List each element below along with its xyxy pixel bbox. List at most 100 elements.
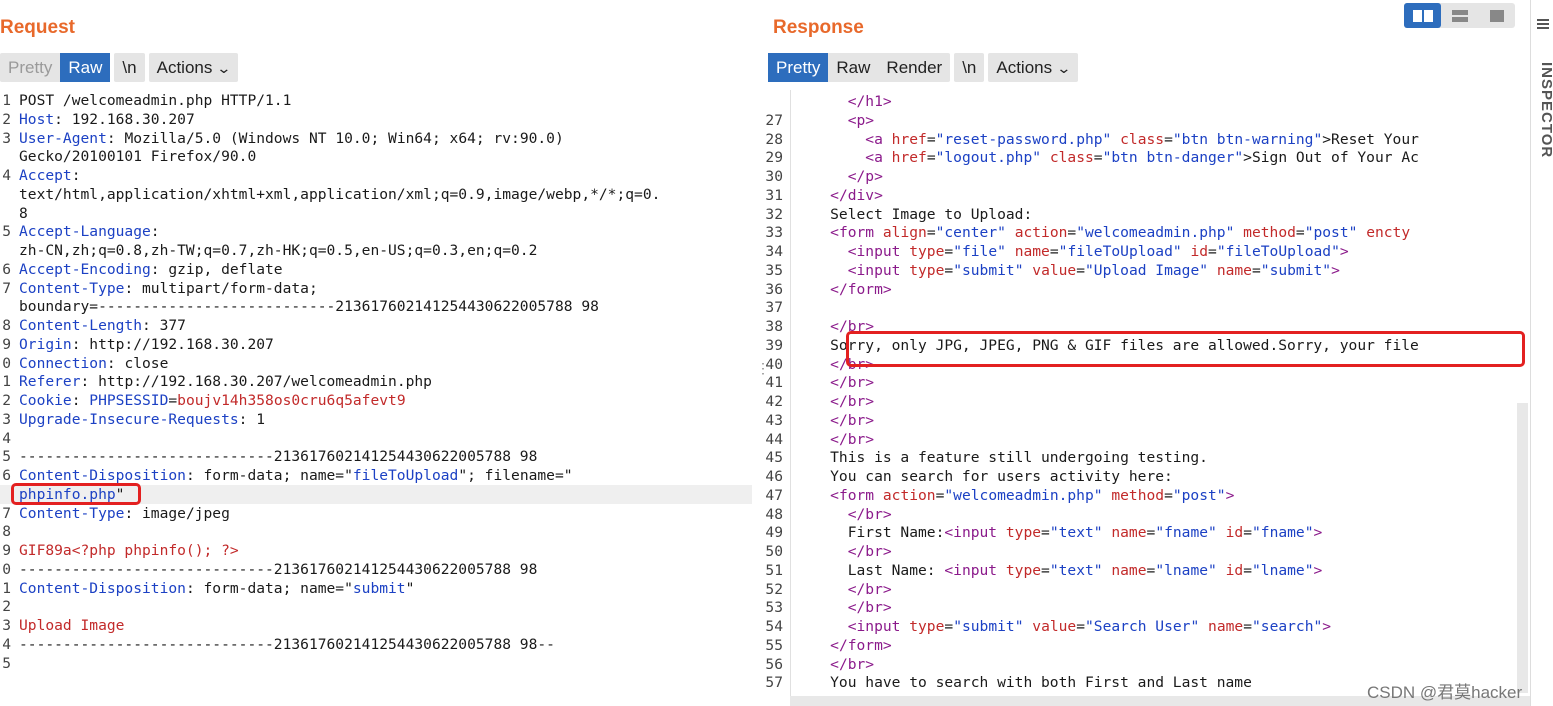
response-code-line: 31 </div> (762, 186, 1517, 205)
code-text: Content-Type: image/jpeg (19, 504, 230, 523)
line-number: 2 (2, 392, 11, 409)
code-token: method (1111, 486, 1165, 504)
code-token: fileToUpload (352, 467, 459, 484)
code-token: id (1190, 243, 1209, 260)
code-token: : gzip, deflate (150, 260, 283, 278)
menu-icon[interactable] (1537, 18, 1549, 30)
code-token: "post" (1304, 224, 1358, 242)
code-text: Select Image to Upload: (795, 205, 1032, 224)
line-number: 0 (2, 560, 11, 578)
request-code-line: 2 (0, 597, 752, 616)
code-token: = (1041, 561, 1050, 579)
pane-resize-handle[interactable]: ⋮ (756, 362, 770, 376)
response-editor[interactable]: </h1> 27 <p> 28 <a href="reset-password.ph… (762, 90, 1517, 696)
response-code-line: 33 <form align="center" action="welcomea… (762, 223, 1517, 242)
code-token: User-Agent (19, 129, 107, 147)
code-text: Accept: (19, 166, 81, 185)
code-token: = (1208, 243, 1217, 260)
code-token: PHPSESSID (89, 392, 169, 409)
code-token: <a (865, 130, 892, 148)
line-number: 29 (765, 149, 783, 167)
code-token: = (1164, 486, 1173, 504)
code-token: : http://192.168.30.207 (71, 335, 274, 353)
line-number: 4 (2, 429, 11, 447)
code-text: 8 (19, 204, 28, 223)
code-token: This is a feature still undergoing testi… (795, 449, 1208, 467)
response-code-line: </h1> (762, 92, 1517, 111)
line-number: 48 (765, 505, 783, 523)
code-token: Content-Type (19, 279, 125, 297)
code-text: </br> (795, 373, 874, 392)
code-token: = (1146, 561, 1156, 579)
code-token: = (926, 224, 936, 242)
response-actions-button[interactable]: Actions ⌄ (988, 53, 1077, 82)
line-number: 5 (2, 448, 11, 466)
line-number: 2 (2, 110, 11, 128)
code-token: "welcomeadmin.php" (1076, 224, 1235, 242)
request-actions-button[interactable]: Actions ⌄ (149, 53, 238, 82)
response-code-line: 32 Select Image to Upload: (762, 205, 1517, 224)
code-token: "lname" (1155, 561, 1217, 579)
code-token: > (1313, 524, 1323, 542)
response-tab-render[interactable]: Render (878, 53, 950, 82)
code-token: = (944, 243, 954, 260)
response-tabbar: Pretty Raw Render \n Actions ⌄ (768, 53, 1078, 82)
code-token: </br> (830, 411, 875, 429)
code-text: -----------------------------21361760214… (19, 635, 555, 654)
inspector-label[interactable]: INSPECTOR (1538, 62, 1553, 158)
line-number: 3 (2, 617, 11, 634)
response-vertical-scrollbar[interactable] (1517, 403, 1528, 693)
layout-single-icon[interactable] (1478, 3, 1515, 28)
line-number: 34 (765, 243, 783, 260)
code-token: name (1111, 524, 1147, 542)
request-editor[interactable]: 1 POST /welcomeadmin.php HTTP/1.1 2 Host: 1… (0, 90, 752, 696)
request-tab-raw[interactable]: Raw (60, 53, 111, 82)
code-text: </br> (795, 392, 874, 411)
request-actions-label: Actions (156, 58, 213, 77)
code-token: <a (865, 149, 892, 167)
layout-side-by-side-icon[interactable] (1404, 3, 1441, 28)
request-tab-pretty[interactable]: Pretty (0, 53, 60, 82)
code-text: </form> (795, 636, 892, 655)
code-token: = (926, 130, 936, 148)
request-code-line: 0 -----------------------------2136176021… (0, 560, 752, 579)
code-token: "text" (1049, 561, 1103, 579)
code-token: > (1225, 486, 1235, 504)
code-text: Referer: http://192.168.30.207/welcomead… (19, 372, 432, 391)
response-tab-raw[interactable]: Raw (828, 53, 878, 82)
code-token: "btn btn-danger" (1102, 149, 1244, 167)
response-newline-toggle[interactable]: \n (954, 53, 984, 82)
line-number: 35 (765, 261, 783, 279)
response-tab-pretty[interactable]: Pretty (768, 53, 829, 82)
line-number: 4 (2, 167, 11, 184)
code-token: "btn btn-warning" (1172, 130, 1323, 148)
code-token: zh-CN,zh;q=0.8,zh-TW;q=0.7,zh-HK;q=0.5,e… (19, 242, 538, 259)
code-text: You can search for users activity here: (795, 467, 1173, 486)
code-text: <form action="welcomeadmin.php" method="… (795, 486, 1234, 505)
code-token: boundary=---------------------------2136… (19, 298, 599, 316)
code-token: > (1339, 243, 1349, 260)
code-token: Host (19, 110, 55, 128)
response-code-line: 56 </br> (762, 655, 1517, 674)
line-number: 53 (765, 599, 783, 617)
code-token: "submit" (953, 618, 1024, 635)
code-text: User-Agent: Mozilla/5.0 (Windows NT 10.0… (19, 129, 564, 148)
layout-stacked-icon[interactable] (1441, 3, 1478, 28)
code-token: Referer (19, 373, 81, 391)
response-code-line: 35 <input type="submit" value="Upload Im… (762, 261, 1517, 280)
request-newline-toggle[interactable]: \n (114, 53, 144, 82)
line-number: 30 (765, 168, 783, 185)
code-token: Content-Length (19, 317, 143, 334)
code-text: Upgrade-Insecure-Requests: 1 (19, 410, 265, 429)
code-text: Content-Disposition: form-data; name="su… (19, 579, 414, 598)
code-text: </br> (795, 580, 892, 599)
